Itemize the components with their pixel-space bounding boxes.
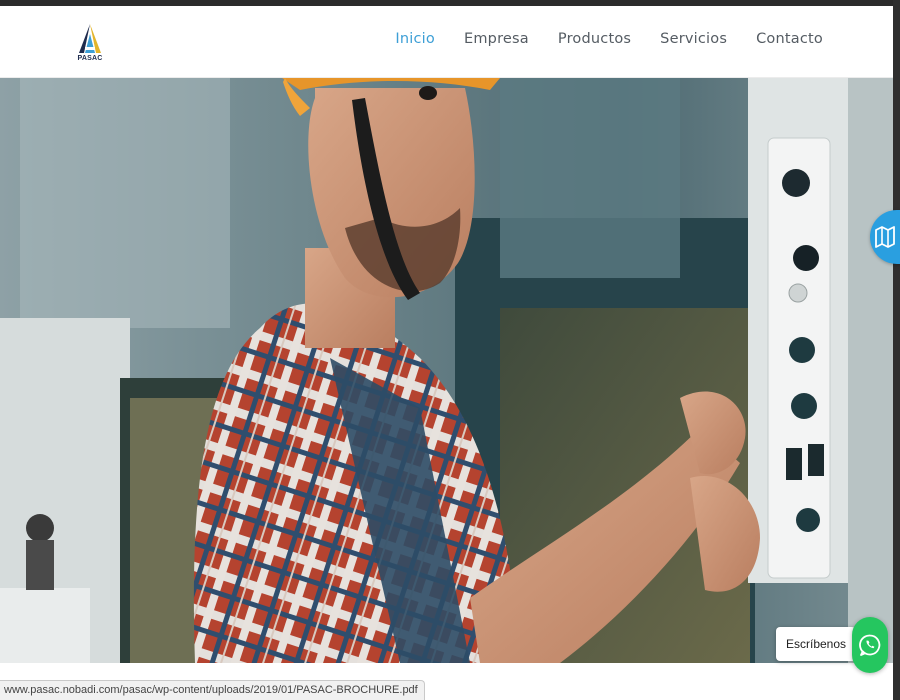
browser-right-edge <box>893 0 900 700</box>
whatsapp-label[interactable]: Escríbenos <box>776 627 857 661</box>
menu-item-contacto[interactable]: Contacto <box>756 31 823 47</box>
hero-photo <box>0 78 893 663</box>
whatsapp-button[interactable] <box>852 617 888 673</box>
menu-item-servicios[interactable]: Servicios <box>660 31 727 47</box>
menu-item-inicio[interactable]: Inicio <box>395 31 435 47</box>
logo-mark-icon <box>79 24 101 53</box>
whatsapp-icon <box>859 634 881 656</box>
menu-item-productos[interactable]: Productos <box>558 31 631 47</box>
site-header: PASAC Inicio Empresa Productos Servicios… <box>0 6 893 78</box>
map-icon <box>875 226 895 248</box>
hero-image <box>0 78 893 663</box>
pasac-logo[interactable]: PASAC <box>76 22 104 66</box>
menu-item-empresa[interactable]: Empresa <box>464 31 529 47</box>
status-bar-url: www.pasac.nobadi.com/pasac/wp-content/up… <box>0 680 425 700</box>
logo-text: PASAC <box>77 55 103 62</box>
main-menu: Inicio Empresa Productos Servicios Conta… <box>395 31 823 47</box>
